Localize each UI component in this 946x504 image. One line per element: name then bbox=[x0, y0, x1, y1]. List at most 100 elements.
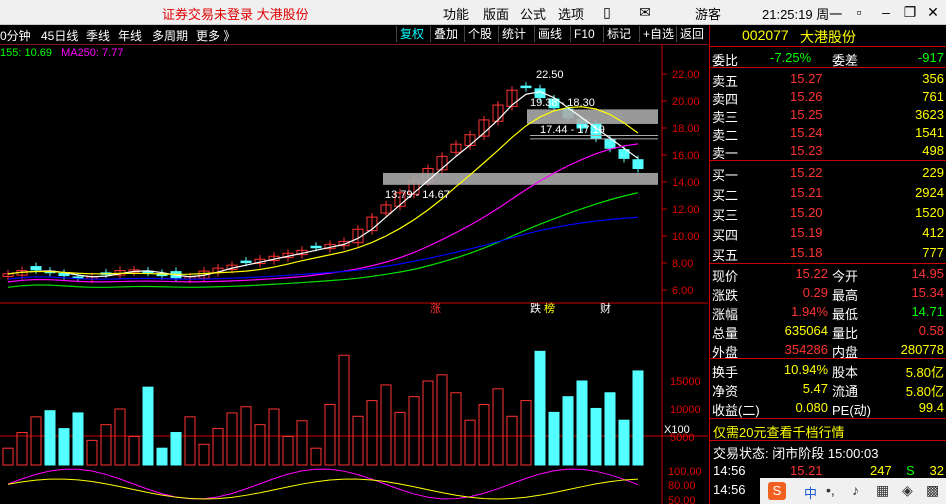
promo-text[interactable]: 仅需20元查看千档行情 bbox=[713, 422, 844, 441]
bid-row: 买三 15.20 1520 bbox=[710, 204, 946, 223]
skin-tray-icon[interactable]: ◈ bbox=[902, 482, 913, 499]
quote-value: 15.22 bbox=[795, 266, 828, 281]
price-axis-label: 16.00 bbox=[672, 150, 700, 162]
quote-value-2: 99.4 bbox=[918, 400, 944, 415]
menu-function[interactable]: 功能 bbox=[443, 4, 469, 23]
bid-label: 买五 bbox=[712, 248, 739, 263]
btn-f10[interactable]: F10 bbox=[570, 26, 598, 42]
close-icon[interactable]: ✕ bbox=[922, 2, 944, 22]
restore-icon[interactable]: ❐ bbox=[899, 2, 921, 22]
quote-value: 0.29 bbox=[802, 285, 828, 300]
ime-mode[interactable]: 中 bbox=[804, 483, 817, 502]
promo-row[interactable]: 仅需20元查看千档行情 bbox=[710, 421, 946, 441]
quote-value-2: 14.71 bbox=[911, 304, 944, 319]
volume-bar bbox=[128, 435, 140, 466]
bid-label: 买三 bbox=[712, 208, 739, 223]
keyboard-icon[interactable]: ▦ bbox=[876, 482, 889, 499]
ask-volume: 761 bbox=[922, 89, 944, 104]
period-more[interactable]: 更多 》 bbox=[196, 27, 235, 44]
bid-price: 15.21 bbox=[790, 185, 823, 200]
btn-overlay[interactable]: 叠加 bbox=[430, 26, 461, 42]
quote-value: 1.94% bbox=[791, 304, 828, 319]
volume-bar bbox=[436, 374, 448, 466]
volume-bar bbox=[268, 408, 280, 466]
minimize-icon[interactable]: – bbox=[875, 2, 897, 22]
quote-label-2: 今开 bbox=[832, 269, 859, 284]
btn-add-fav[interactable]: +自选 bbox=[639, 26, 677, 42]
btn-stats[interactable]: 统计 bbox=[498, 26, 529, 42]
period-minute[interactable]: 0分钟 bbox=[0, 27, 31, 44]
volume-bar bbox=[366, 400, 378, 466]
period-multi[interactable]: 多周期 bbox=[152, 27, 188, 44]
bid-volume: 777 bbox=[922, 245, 944, 260]
punct-icon[interactable]: •, bbox=[826, 482, 835, 498]
bid-row: 买四 15.19 412 bbox=[710, 224, 946, 243]
stock-code[interactable]: 002077 bbox=[742, 27, 789, 43]
volume-bar bbox=[170, 432, 182, 466]
bid-volume: 412 bbox=[922, 225, 944, 240]
ask-row: 卖二 15.24 1541 bbox=[710, 124, 946, 143]
price-axis-label: 14.00 bbox=[672, 177, 700, 189]
quote-label: 总量 bbox=[712, 326, 739, 341]
bid-price: 15.22 bbox=[790, 165, 823, 180]
volume-bar bbox=[534, 350, 546, 466]
menu-formula[interactable]: 公式 bbox=[520, 4, 546, 23]
menu-layout[interactable]: 版面 bbox=[483, 4, 509, 23]
btn-stock[interactable]: 个股 bbox=[464, 26, 495, 42]
bid-row: 买五 15.18 777 bbox=[710, 244, 946, 263]
volume-bar bbox=[72, 412, 84, 466]
period-45day[interactable]: 45日线 bbox=[41, 27, 78, 44]
quote-row: 涨幅 1.94% 最低 14.71 bbox=[710, 303, 946, 322]
bid-label: 买四 bbox=[712, 228, 739, 243]
volume-bar bbox=[100, 424, 112, 466]
quote-row: 收益(二) 0.080 PE(动) 99.4 bbox=[710, 399, 946, 418]
menu-options[interactable]: 选项 bbox=[558, 4, 584, 23]
commission-ratio: -7.25% bbox=[770, 50, 812, 65]
quote-label: 涨跌 bbox=[712, 288, 739, 303]
quote-label-2: 最高 bbox=[832, 288, 859, 303]
price-axis-label: 10.00 bbox=[672, 231, 700, 243]
volume-bar bbox=[156, 447, 168, 466]
volume-bar bbox=[464, 419, 476, 466]
quote-value-2: 15.34 bbox=[911, 285, 944, 300]
quote-label-2: 股本 bbox=[832, 365, 859, 380]
quote-row: 外盘 354286 内盘 280778 bbox=[710, 341, 946, 360]
btn-back[interactable]: 返回 bbox=[676, 26, 707, 42]
quote-value-2: 5.80亿 bbox=[905, 384, 944, 399]
bid-price: 15.19 bbox=[790, 225, 823, 240]
mic-icon[interactable]: ♪ bbox=[852, 482, 859, 498]
bid-price: 15.20 bbox=[790, 205, 823, 220]
volume-bars bbox=[2, 350, 644, 466]
skin-icon[interactable]: ▫ bbox=[848, 2, 870, 22]
volume-bar bbox=[618, 419, 630, 466]
btn-adjust[interactable]: 复权 bbox=[396, 26, 427, 42]
toolbox-icon[interactable]: ▩ bbox=[926, 482, 939, 499]
btn-mark[interactable]: 标记 bbox=[603, 26, 634, 42]
bid-row: 买一 15.22 229 bbox=[710, 164, 946, 183]
quote-value-2: 0.58 bbox=[918, 323, 944, 338]
period-year[interactable]: 年线 bbox=[118, 27, 142, 44]
quote-value-2: 5.80亿 bbox=[905, 365, 944, 380]
mail-icon[interactable]: ✉ bbox=[634, 2, 656, 22]
sogou-ime-icon[interactable]: S bbox=[768, 482, 786, 500]
volume-bar bbox=[450, 392, 462, 466]
quote-label: 换手 bbox=[712, 365, 739, 380]
volume-bar bbox=[604, 392, 616, 466]
volume-bar bbox=[254, 424, 266, 466]
kline-chart[interactable]: 22.00 20.00 18.00 16.00 14.00 12.00 10.00 8.00 6… bbox=[0, 44, 708, 504]
stock-name[interactable]: 大港股份 bbox=[800, 27, 856, 47]
event-up-marker: 涨 bbox=[430, 302, 441, 315]
volume-bar bbox=[520, 400, 532, 466]
event-rank-marker: 榜 bbox=[544, 301, 555, 315]
user-name[interactable]: 游客 bbox=[695, 4, 721, 23]
ask-price: 15.26 bbox=[790, 89, 823, 104]
btn-draw[interactable]: 画线 bbox=[534, 26, 565, 42]
login-notice[interactable]: 证券交易未登录 大港股份 bbox=[162, 4, 309, 23]
quote-value-2: 14.95 bbox=[911, 266, 944, 281]
high-annotation: 22.50 bbox=[536, 69, 564, 81]
commission-diff: -917 bbox=[917, 50, 944, 65]
notes-icon[interactable]: ▯ bbox=[596, 2, 618, 22]
ask-price: 15.27 bbox=[790, 71, 823, 86]
ask-volume: 356 bbox=[922, 71, 944, 86]
period-season[interactable]: 季线 bbox=[86, 27, 110, 44]
